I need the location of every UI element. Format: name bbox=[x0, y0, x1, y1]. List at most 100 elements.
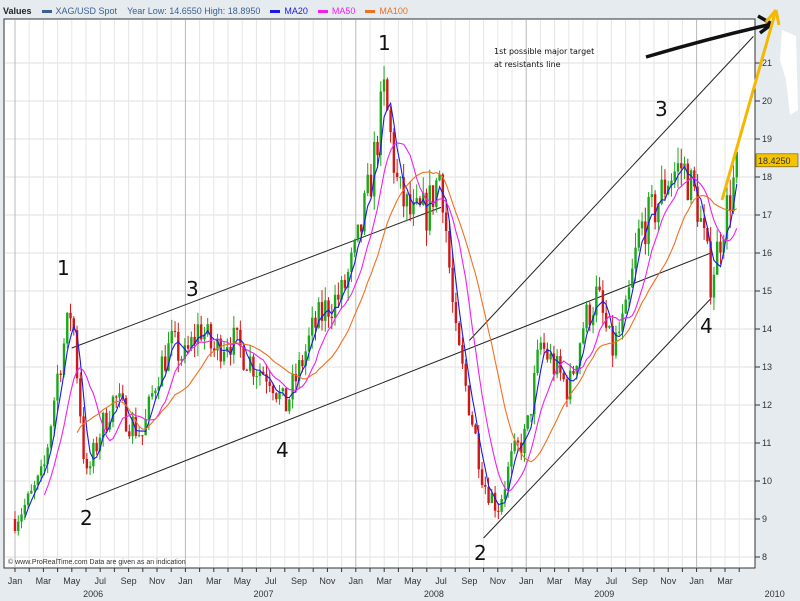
candle-body bbox=[43, 464, 46, 467]
candle-body bbox=[85, 458, 89, 469]
candle-body bbox=[314, 317, 317, 328]
y-tick-label: 19 bbox=[762, 134, 772, 144]
x-month-label: May bbox=[63, 576, 81, 586]
candle-body bbox=[663, 179, 667, 195]
candle-body bbox=[598, 286, 601, 291]
candle-body bbox=[565, 379, 569, 400]
x-month-label: Jan bbox=[349, 576, 364, 586]
candle-body bbox=[20, 514, 23, 522]
x-month-label: Mar bbox=[717, 576, 733, 586]
wave-label: 1 bbox=[57, 256, 70, 280]
y-tick-label: 14 bbox=[762, 324, 772, 334]
candle-body bbox=[729, 195, 732, 212]
candle-body bbox=[386, 79, 389, 111]
candle-body bbox=[562, 372, 565, 380]
candle-body bbox=[56, 373, 59, 401]
x-month-label: Jan bbox=[8, 576, 23, 586]
candle-body bbox=[719, 241, 722, 253]
candle-body bbox=[95, 442, 98, 452]
x-month-label: Jul bbox=[94, 576, 106, 586]
candle-body bbox=[13, 519, 17, 531]
footer-copyright: © www.ProRealTime.com Data are given as … bbox=[8, 558, 186, 566]
x-month-label: Mar bbox=[206, 576, 222, 586]
candle-body bbox=[359, 224, 363, 232]
candle-body bbox=[467, 385, 471, 416]
last-price-label: 18.4250 bbox=[758, 156, 791, 166]
candle-body bbox=[268, 381, 271, 386]
y-tick-label: 15 bbox=[762, 286, 772, 296]
candle-body bbox=[376, 141, 379, 156]
candle-body bbox=[536, 349, 539, 373]
candle-body bbox=[542, 342, 546, 349]
candle-body bbox=[503, 489, 507, 499]
candle-body bbox=[618, 331, 621, 333]
candle-body bbox=[333, 294, 337, 319]
candle-body bbox=[428, 185, 431, 231]
y-tick-label: 12 bbox=[762, 400, 772, 410]
candle-body bbox=[311, 317, 314, 336]
candle-body bbox=[137, 435, 141, 437]
candle-body bbox=[196, 324, 200, 345]
candle-body bbox=[343, 279, 347, 288]
x-month-label: Nov bbox=[490, 576, 507, 586]
x-month-label: May bbox=[234, 576, 252, 586]
candle-body bbox=[337, 294, 340, 300]
candle-body bbox=[366, 174, 369, 194]
candle-body bbox=[222, 351, 226, 362]
x-month-label: Jan bbox=[178, 576, 193, 586]
candle-body bbox=[118, 393, 121, 398]
x-month-label: Mar bbox=[547, 576, 563, 586]
x-month-label: Mar bbox=[36, 576, 52, 586]
candle-body bbox=[457, 323, 461, 346]
candle-body bbox=[88, 466, 92, 469]
candle-body bbox=[474, 424, 477, 434]
candle-body bbox=[164, 356, 167, 371]
candle-body bbox=[500, 498, 503, 512]
candle-body bbox=[235, 327, 239, 330]
y-tick-label: 10 bbox=[762, 476, 772, 486]
candle-body bbox=[435, 180, 438, 207]
candle-body bbox=[680, 163, 683, 169]
candle-body bbox=[186, 345, 190, 349]
candle-body bbox=[330, 316, 334, 319]
y-tick-label: 20 bbox=[762, 96, 772, 106]
candle-body bbox=[395, 172, 399, 178]
candle-body bbox=[147, 396, 151, 420]
candle-body bbox=[484, 485, 487, 487]
candle-body bbox=[154, 390, 157, 394]
x-year-label: 2006 bbox=[83, 589, 103, 599]
x-month-label: Sep bbox=[121, 576, 137, 586]
wave-label: 3 bbox=[655, 97, 668, 121]
candle-body bbox=[627, 287, 631, 300]
candle-body bbox=[327, 300, 330, 317]
candle-body bbox=[582, 328, 585, 344]
candle-body bbox=[637, 228, 641, 248]
candle-body bbox=[33, 485, 36, 491]
candle-body bbox=[52, 400, 56, 427]
candle-body bbox=[608, 325, 611, 328]
y-tick-label: 13 bbox=[762, 362, 772, 372]
candle-body bbox=[284, 388, 288, 412]
x-month-label: Jan bbox=[519, 576, 534, 586]
candle-body bbox=[288, 399, 291, 412]
x-year-label: 2009 bbox=[594, 589, 614, 599]
y-tick-label: 8 bbox=[762, 552, 767, 562]
candle-body bbox=[17, 521, 20, 531]
candle-body bbox=[539, 342, 543, 350]
candle-body bbox=[624, 299, 627, 314]
candle-body bbox=[170, 330, 173, 344]
candle-body bbox=[30, 490, 33, 494]
candle-body bbox=[399, 177, 402, 179]
candle-body bbox=[177, 332, 180, 361]
candle-body bbox=[255, 376, 258, 378]
candle-body bbox=[115, 396, 118, 398]
candle-body bbox=[173, 330, 177, 333]
wave-label: 4 bbox=[276, 438, 289, 462]
candle-body bbox=[150, 393, 154, 397]
candle-body bbox=[69, 312, 72, 319]
wave-label: 1 bbox=[378, 31, 391, 55]
candle-body bbox=[454, 302, 458, 324]
y-tick-label: 21 bbox=[762, 58, 772, 68]
x-month-label: Jan bbox=[689, 576, 704, 586]
candle-body bbox=[585, 304, 588, 329]
